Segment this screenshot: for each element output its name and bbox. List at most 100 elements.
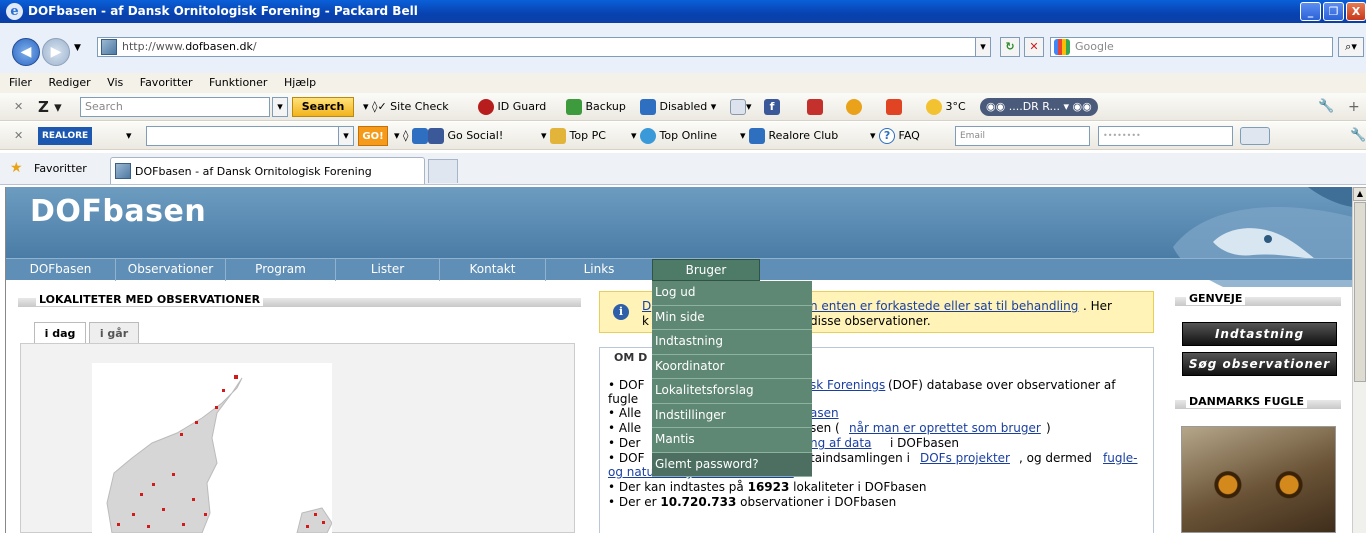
- toolbar-logo-icon[interactable]: Z ▾: [38, 93, 62, 121]
- realore-toolbar: ✕ REALORE ▾ ▾ GO! ▾ ◊ Go Social! ▾ Top P…: [0, 122, 1366, 150]
- menu-filer[interactable]: Filer: [9, 76, 32, 89]
- realore-logo-icon[interactable]: REALORE: [38, 127, 93, 145]
- stop-icon[interactable]: ✕: [1024, 37, 1044, 57]
- data-link[interactable]: ng af data: [810, 436, 871, 450]
- radio-button[interactable]: [846, 93, 862, 121]
- owl-image[interactable]: [1181, 426, 1336, 533]
- menu-indtastning[interactable]: Indtastning: [652, 330, 812, 355]
- go-social-button[interactable]: ▾ ◊ Go Social!: [394, 122, 503, 150]
- sog-observationer-button[interactable]: Søg observationer: [1182, 352, 1337, 376]
- nav-dofbasen[interactable]: DOFbasen: [6, 259, 116, 281]
- realore-search-input[interactable]: [146, 126, 354, 146]
- projekter-link[interactable]: DOFs projekter: [920, 451, 1010, 465]
- nav-links[interactable]: Links: [546, 259, 652, 281]
- indtastning-button[interactable]: Indtastning: [1182, 322, 1337, 346]
- disabled-button[interactable]: Disabled ▾: [640, 93, 716, 121]
- history-dropdown-icon[interactable]: ▼: [74, 43, 81, 53]
- id-guard-button[interactable]: ID Guard: [478, 93, 546, 121]
- new-tab-button[interactable]: [428, 159, 458, 183]
- toolbar2-close-icon[interactable]: ✕: [14, 122, 23, 150]
- nav-lister[interactable]: Lister: [336, 259, 440, 281]
- nav-program[interactable]: Program: [226, 259, 336, 281]
- menu-koordinator[interactable]: Koordinator: [652, 354, 812, 379]
- b5a: • DOF: [608, 451, 645, 465]
- games-button[interactable]: [886, 93, 902, 121]
- social-icon: [411, 128, 428, 144]
- fugle-link[interactable]: fugle-: [1103, 451, 1138, 465]
- toolbar-search-dropdown[interactable]: ▾: [272, 97, 288, 117]
- menu-glemt-password[interactable]: Glemt password?: [652, 452, 812, 477]
- tab-i-gaar[interactable]: i går: [89, 322, 139, 344]
- menu-min-side[interactable]: Min side: [652, 305, 812, 330]
- menu-log-ud[interactable]: Log ud: [652, 281, 812, 306]
- menu-hjaelp[interactable]: Hjælp: [284, 76, 316, 89]
- scroll-up-icon[interactable]: ▲: [1353, 187, 1366, 201]
- menu-mantis[interactable]: Mantis: [652, 428, 812, 453]
- faq-button[interactable]: ▾ ? FAQ: [870, 122, 920, 150]
- refresh-icon[interactable]: ↻: [1000, 37, 1020, 57]
- site-logo[interactable]: DOFbasen: [30, 194, 206, 229]
- facebook-button[interactable]: f: [764, 93, 780, 121]
- back-button[interactable]: ◀: [12, 38, 40, 66]
- top-online-button[interactable]: ▾ Top Online: [631, 122, 717, 150]
- radio-player[interactable]: ◉◉ ....DR R... ▾ ◉◉: [980, 98, 1098, 116]
- nav-bruger[interactable]: Bruger: [652, 259, 760, 281]
- realore-club-button[interactable]: ▾ Realore Club: [740, 122, 838, 150]
- backup-button[interactable]: Backup: [566, 93, 626, 121]
- address-field[interactable]: http://www.dofbasen.dk/: [97, 37, 990, 57]
- add-icon[interactable]: +: [1348, 93, 1360, 121]
- nav-observationer[interactable]: Observationer: [116, 259, 226, 281]
- vertical-scrollbar[interactable]: ▲: [1352, 187, 1366, 533]
- login-button[interactable]: [1240, 127, 1270, 145]
- notice-line1-end: . Her: [1083, 299, 1112, 313]
- menu-favoritter[interactable]: Favoritter: [140, 76, 193, 89]
- about-line-1b: fugle: [608, 392, 639, 406]
- menu-rediger[interactable]: Rediger: [48, 76, 90, 89]
- notice-line1-start[interactable]: D: [642, 299, 651, 313]
- weather-button[interactable]: 3°C: [926, 93, 966, 121]
- web-search-field[interactable]: Google: [1050, 37, 1333, 57]
- menu-indstillinger[interactable]: Indstillinger: [652, 403, 812, 428]
- go-button[interactable]: GO!: [358, 126, 388, 146]
- tab-i-dag[interactable]: i dag: [34, 322, 86, 344]
- toolbar-close-icon[interactable]: ✕: [14, 93, 23, 121]
- wrench-icon[interactable]: 🔧: [1318, 93, 1334, 121]
- email-input[interactable]: Email: [955, 126, 1090, 146]
- address-dropdown-button[interactable]: ▾: [975, 37, 991, 57]
- maximize-button[interactable]: ❐: [1323, 2, 1344, 21]
- address-suffix: /: [252, 40, 257, 53]
- realore-search-dropdown[interactable]: ▾: [338, 126, 354, 146]
- about-line-6: • Der kan indtastes på 16923 lokaliteter…: [608, 480, 926, 494]
- bruger-link[interactable]: når man er oprettet som bruger: [849, 421, 1041, 435]
- site-check-button[interactable]: ▾ ◊✓ Site Check: [363, 93, 449, 121]
- favorites-label[interactable]: Favoritter: [34, 162, 87, 175]
- menu-funktioner[interactable]: Funktioner: [209, 76, 267, 89]
- youtube-button[interactable]: [807, 93, 823, 121]
- b1c: (DOF) database over observationer af: [888, 378, 1116, 392]
- dof-link[interactable]: sk Forenings: [810, 378, 885, 392]
- minimize-button[interactable]: _: [1300, 2, 1321, 21]
- forward-button[interactable]: ▶: [42, 38, 70, 66]
- toolbar-search-button[interactable]: Search: [292, 97, 354, 117]
- top-pc-button[interactable]: ▾ Top PC: [541, 122, 606, 150]
- b2a: • Alle: [608, 406, 642, 420]
- site-check-label: Site Check: [390, 100, 449, 113]
- site-favicon-icon: [101, 39, 117, 55]
- toolbar-search-input[interactable]: Search: [80, 97, 270, 117]
- denmark-map[interactable]: [92, 363, 332, 533]
- nav-kontakt[interactable]: Kontakt: [440, 259, 546, 281]
- toolbar2-wrench-icon[interactable]: 🔧: [1350, 122, 1366, 150]
- favorites-star-icon[interactable]: ★: [10, 161, 23, 175]
- menu-lokalitetsforslag[interactable]: Lokalitetsforslag: [652, 379, 812, 404]
- realore-dropdown-icon[interactable]: ▾: [126, 122, 132, 150]
- mail-button[interactable]: ▾: [730, 93, 752, 121]
- search-go-icon[interactable]: ⌕▾: [1338, 37, 1364, 57]
- notice-line1-link[interactable]: n enten er forkastede eller sat til beha…: [810, 299, 1078, 313]
- faq-label: FAQ: [898, 129, 920, 142]
- menu-vis[interactable]: Vis: [107, 76, 123, 89]
- close-button[interactable]: X: [1346, 2, 1366, 21]
- dofbasen-link[interactable]: asen: [810, 406, 839, 420]
- browser-tab[interactable]: DOFbasen - af Dansk Ornitologisk Forenin…: [110, 157, 425, 184]
- password-input[interactable]: ••••••••: [1098, 126, 1233, 146]
- scroll-thumb[interactable]: [1354, 202, 1366, 382]
